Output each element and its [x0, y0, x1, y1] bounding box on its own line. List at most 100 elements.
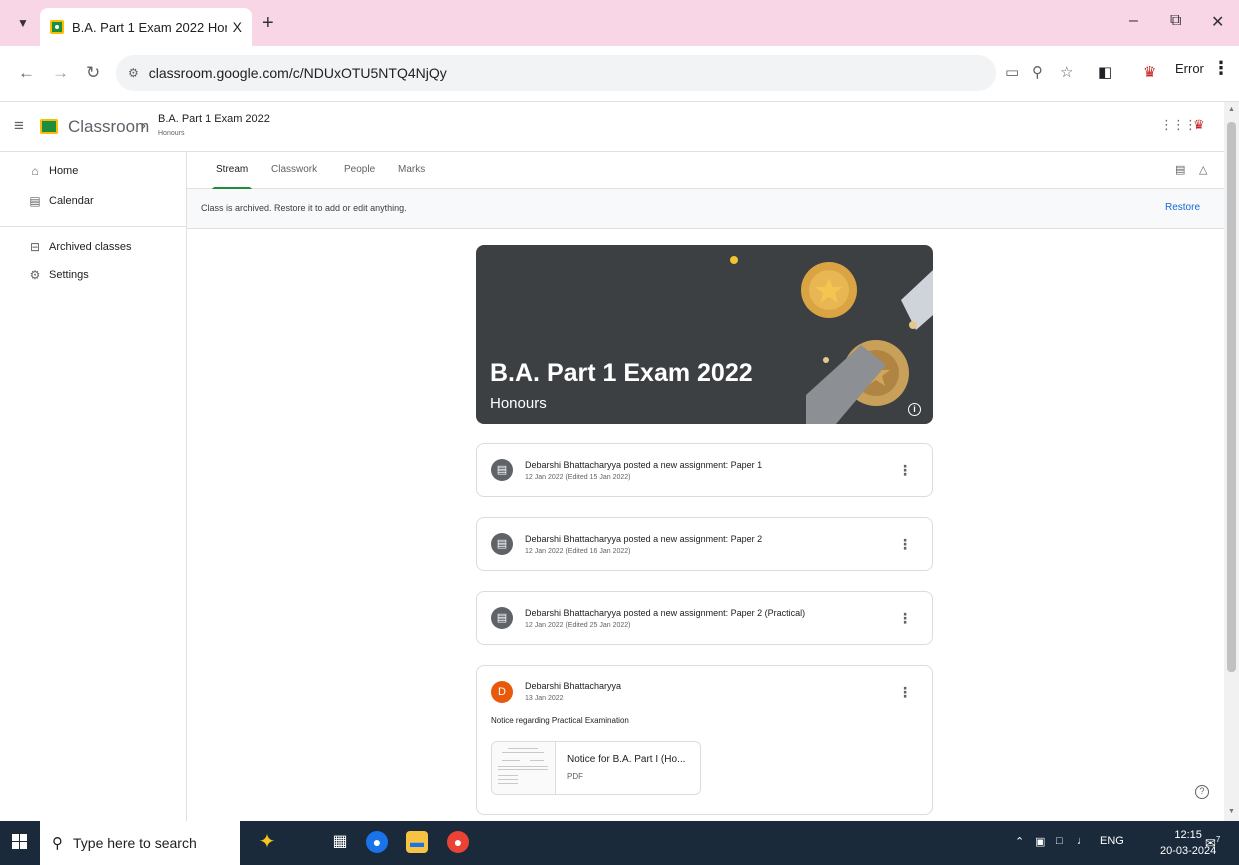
- class-tabs: Stream Classwork People Marks ▤ △: [187, 152, 1224, 190]
- address-bar[interactable]: ⚙ classroom.google.com/c/NDUxOTU5NTQ4NjQ…: [116, 55, 996, 91]
- archived-banner: Class is archived. Restore it to add or …: [187, 189, 1224, 229]
- meet-now-icon[interactable]: ▣: [1035, 835, 1045, 848]
- reload-icon[interactable]: ↻: [86, 63, 100, 83]
- sidebar-item-archived-classes[interactable]: ⊟ Archived classes: [0, 234, 187, 260]
- zoom-icon[interactable]: ⚲: [1032, 63, 1043, 81]
- tab-classwork[interactable]: Classwork: [271, 164, 317, 175]
- post-text[interactable]: Debarshi Bhattacharyya posted a new assi…: [525, 534, 762, 544]
- sidebar-item-settings[interactable]: ⚙ Settings: [0, 262, 187, 288]
- announcement-card: D Debarshi Bhattacharyya 13 Jan 2022 ⋮ N…: [476, 665, 933, 815]
- browser-tab-strip: ▼ B.A. Part 1 Exam 2022 Honours X + – ⧉ …: [0, 0, 1239, 46]
- attachment[interactable]: Notice for B.A. Part I (Ho... PDF: [491, 741, 701, 795]
- archive-icon: ⊟: [29, 240, 41, 254]
- scroll-up-icon[interactable]: ▲: [1228, 106, 1235, 113]
- class-info-icon[interactable]: i: [908, 403, 921, 416]
- browser-menu-icon[interactable]: ⋮: [1212, 58, 1230, 79]
- google-apps-icon[interactable]: ⋮⋮⋮: [1160, 117, 1197, 133]
- classroom-header: ≡ Classroom › B.A. Part 1 Exam 2022 Hono…: [0, 102, 1224, 152]
- tab-title: B.A. Part 1 Exam 2022 Honours: [72, 19, 227, 35]
- classroom-logo-icon[interactable]: [40, 119, 58, 134]
- copilot-sparkle-icon[interactable]: ✦: [256, 831, 278, 853]
- forward-icon[interactable]: →: [52, 63, 69, 83]
- minimize-icon[interactable]: –: [1129, 12, 1138, 30]
- sidebar-item-label: Home: [49, 165, 79, 177]
- task-view-icon[interactable]: ▦: [329, 831, 351, 853]
- more-options-icon[interactable]: ⋮: [898, 462, 912, 479]
- more-options-icon[interactable]: ⋮: [898, 536, 912, 553]
- tab-close-icon[interactable]: X: [233, 19, 242, 35]
- post-date: 12 Jan 2022 (Edited 16 Jan 2022): [525, 548, 631, 555]
- chrome-profile-app-icon[interactable]: ●: [366, 831, 388, 853]
- volume-icon[interactable]: ♩: [1077, 835, 1088, 847]
- extension-icon[interactable]: ♛: [1143, 63, 1156, 81]
- more-options-icon[interactable]: ⋮: [898, 684, 912, 701]
- sidebar-divider: [0, 226, 187, 227]
- more-options-icon[interactable]: ⋮: [898, 610, 912, 627]
- announcement-body: Notice regarding Practical Examination: [491, 716, 629, 725]
- post-text[interactable]: Debarshi Bhattacharyya posted a new assi…: [525, 460, 762, 470]
- class-banner: B.A. Part 1 Exam 2022 Honours i: [476, 245, 933, 424]
- scrollbar-thumb[interactable]: [1227, 122, 1236, 672]
- file-explorer-icon[interactable]: ▬: [406, 831, 428, 853]
- site-info-icon[interactable]: ⚙: [128, 66, 139, 80]
- tab-marks[interactable]: Marks: [398, 164, 425, 175]
- class-section: Honours: [490, 395, 547, 412]
- avatar: D: [491, 681, 513, 703]
- breadcrumb-chevron-icon: ›: [141, 117, 146, 134]
- network-icon[interactable]: □: [1056, 835, 1063, 847]
- assignment-icon: ▤: [491, 533, 513, 555]
- windows-start-icon[interactable]: [12, 834, 28, 850]
- bookmark-star-icon[interactable]: ☆: [1060, 63, 1073, 81]
- classroom-brand[interactable]: Classroom: [68, 117, 149, 137]
- close-window-icon[interactable]: ✕: [1211, 12, 1224, 32]
- sidebar-item-home[interactable]: ⌂ Home: [0, 158, 187, 184]
- browser-toolbar: ← → ↻ ⚙ classroom.google.com/c/NDUxOTU5N…: [0, 46, 1239, 102]
- windows-taskbar: ⚲ Type here to search ✦ ▦ ● ▬ ● ⌃ ▣ □ ♩ …: [0, 821, 1239, 865]
- tray-chevron-icon[interactable]: ⌃: [1015, 835, 1024, 848]
- breadcrumb-section: Honours: [158, 130, 185, 137]
- announcement-author: Debarshi Bhattacharyya: [525, 681, 622, 691]
- scroll-down-icon[interactable]: ▼: [1228, 808, 1235, 815]
- side-panel-icon[interactable]: ◧: [1098, 63, 1112, 81]
- calendar-icon: ▤: [29, 194, 41, 208]
- main-menu-icon[interactable]: ≡: [14, 116, 24, 136]
- list-item[interactable]: ▤ Debarshi Bhattacharyya posted a new as…: [476, 591, 933, 645]
- account-avatar-icon[interactable]: ♛: [1193, 117, 1205, 133]
- attachment-thumbnail: [492, 742, 556, 794]
- back-icon[interactable]: ←: [18, 63, 35, 83]
- gear-icon: ⚙: [29, 268, 41, 282]
- announcement-date: 13 Jan 2022: [525, 695, 564, 702]
- tab-search-chevron-icon[interactable]: ▼: [14, 14, 32, 32]
- help-icon[interactable]: ?: [1195, 785, 1209, 799]
- breadcrumb-class-name[interactable]: B.A. Part 1 Exam 2022: [158, 113, 270, 125]
- list-item[interactable]: ▤ Debarshi Bhattacharyya posted a new as…: [476, 517, 933, 571]
- post-text[interactable]: Debarshi Bhattacharyya posted a new assi…: [525, 608, 805, 618]
- post-date: 12 Jan 2022 (Edited 15 Jan 2022): [525, 474, 631, 481]
- page-scrollbar[interactable]: ▲ ▼: [1224, 102, 1239, 821]
- tab-stream[interactable]: Stream: [211, 164, 253, 190]
- restore-window-icon[interactable]: ⧉: [1170, 12, 1181, 30]
- sidebar-item-calendar[interactable]: ▤ Calendar: [0, 188, 187, 214]
- taskbar-search-placeholder: Type here to search: [73, 835, 197, 851]
- sidebar: ⌂ Home ▤ Calendar ⊟ Archived classes ⚙ S…: [0, 152, 187, 821]
- sidebar-item-label: Settings: [49, 269, 89, 281]
- assignment-icon: ▤: [491, 459, 513, 481]
- calendar-icon[interactable]: ▤: [1175, 163, 1185, 176]
- post-date: 12 Jan 2022 (Edited 25 Jan 2022): [525, 622, 631, 629]
- home-icon: ⌂: [31, 164, 39, 178]
- new-tab-button[interactable]: +: [262, 12, 274, 35]
- restore-button[interactable]: Restore: [1165, 202, 1200, 213]
- language-indicator[interactable]: ENG: [1100, 835, 1124, 847]
- notification-center-icon[interactable]: ✉7: [1205, 835, 1220, 851]
- notification-count: 7: [1215, 835, 1221, 844]
- tab-people[interactable]: People: [344, 164, 375, 175]
- drive-folder-icon[interactable]: △: [1199, 163, 1207, 176]
- list-item[interactable]: ▤ Debarshi Bhattacharyya posted a new as…: [476, 443, 933, 497]
- attachment-type: PDF: [567, 772, 583, 781]
- taskbar-search-box[interactable]: ⚲ Type here to search: [40, 821, 240, 865]
- profile-error-button[interactable]: Error: [1175, 61, 1204, 76]
- browser-tab[interactable]: B.A. Part 1 Exam 2022 Honours X: [40, 8, 252, 46]
- install-app-icon[interactable]: ▭: [1005, 63, 1019, 81]
- chrome-app-icon[interactable]: ●: [447, 831, 469, 853]
- sidebar-item-label: Archived classes: [49, 241, 132, 253]
